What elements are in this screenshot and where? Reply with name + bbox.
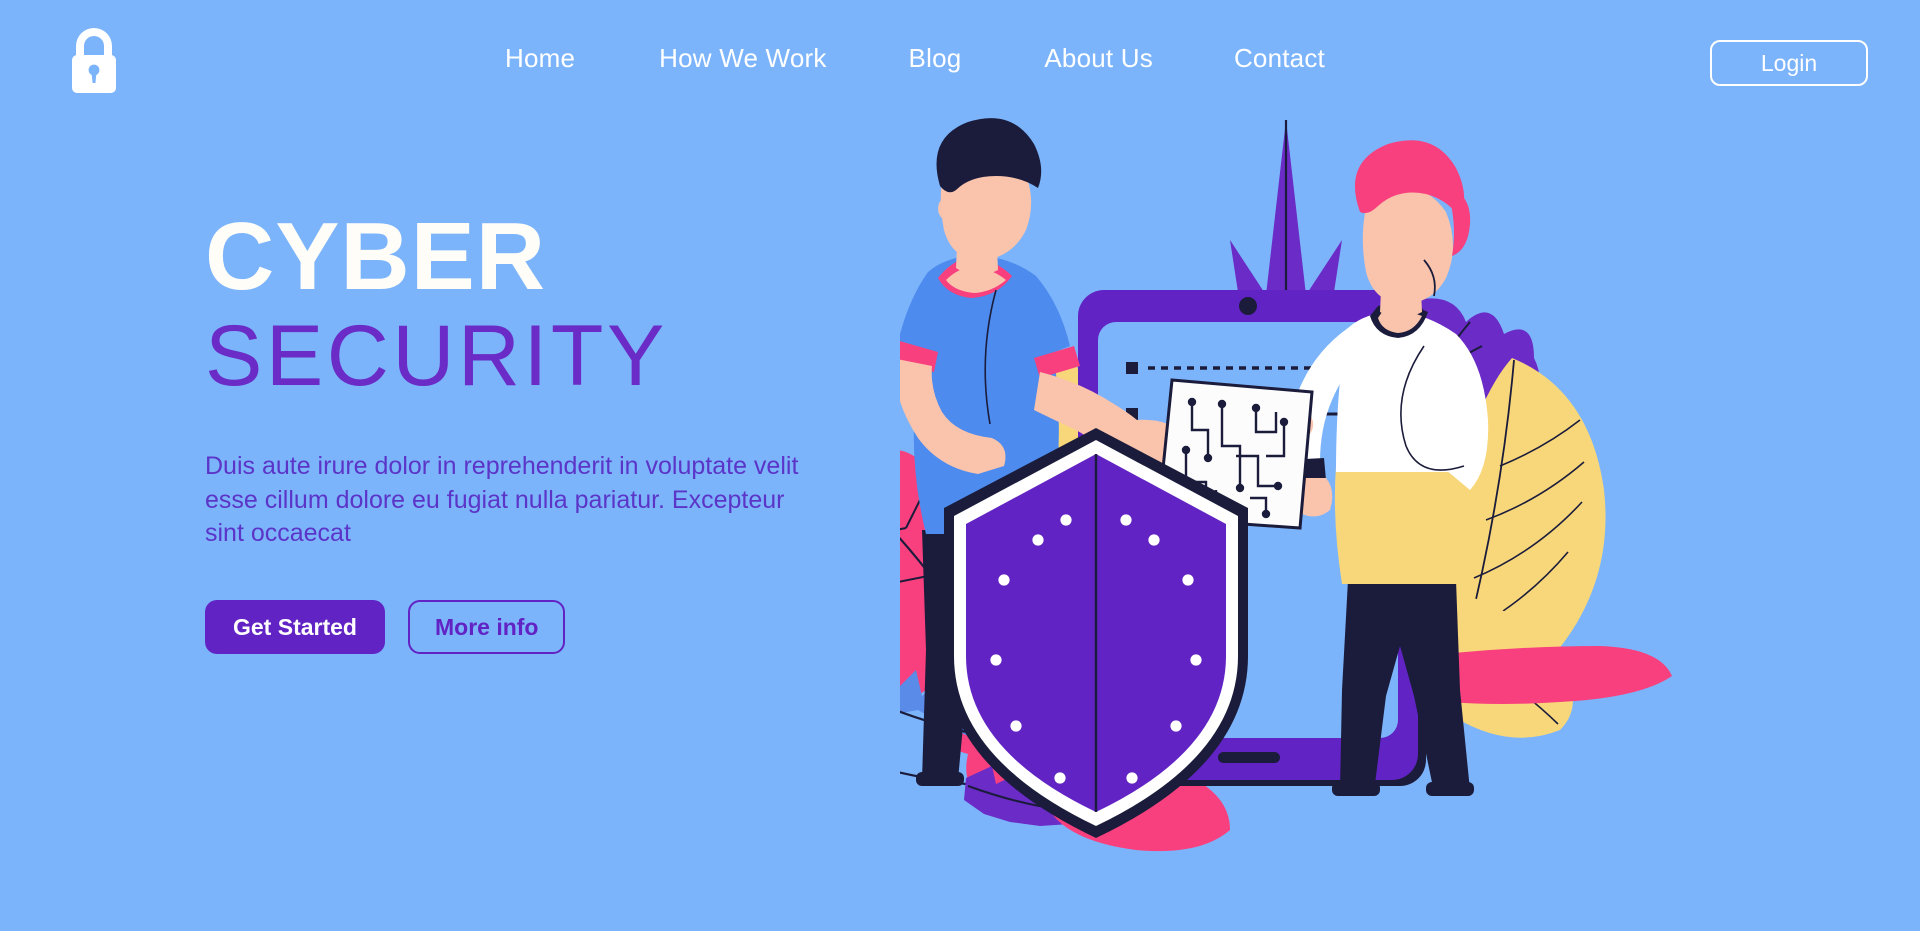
hero-action-buttons: Get Started More info bbox=[205, 600, 845, 655]
hero-section: CYBER SECURITY Duis aute irure dolor in … bbox=[205, 203, 845, 655]
hero-title-line-2: SECURITY bbox=[205, 308, 668, 405]
nav-link-home[interactable]: Home bbox=[505, 37, 575, 80]
padlock-icon[interactable] bbox=[62, 26, 126, 96]
cyber-security-illustration bbox=[900, 90, 1920, 870]
get-started-button[interactable]: Get Started bbox=[205, 600, 385, 655]
nav-link-contact[interactable]: Contact bbox=[1234, 37, 1325, 80]
hero-paragraph: Duis aute irure dolor in reprehenderit i… bbox=[205, 452, 799, 547]
nav-link-how-we-work[interactable]: How We Work bbox=[659, 37, 826, 80]
more-info-button[interactable]: More info bbox=[407, 600, 566, 655]
hero-title-line-1: CYBER bbox=[205, 203, 547, 310]
nav-link-blog[interactable]: Blog bbox=[909, 37, 962, 80]
login-button[interactable]: Login bbox=[1710, 40, 1868, 86]
nav-link-about-us[interactable]: About Us bbox=[1044, 37, 1153, 80]
landing-page: Home How We Work Blog About Us Contact L… bbox=[0, 0, 1920, 931]
